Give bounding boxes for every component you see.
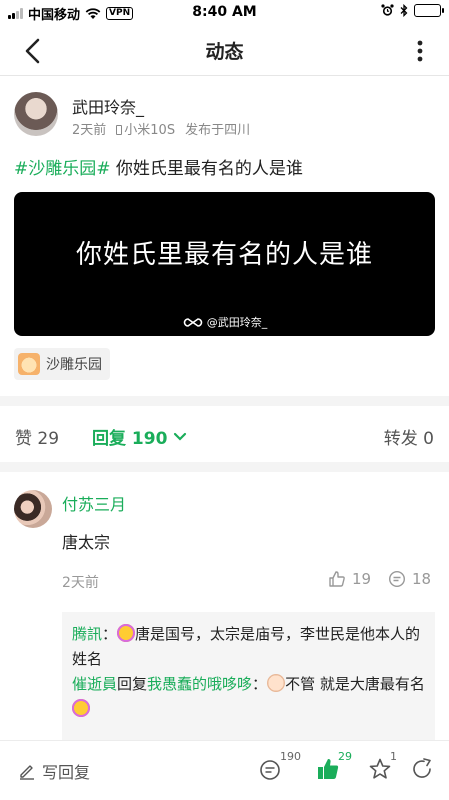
sub-reply: 腾訊： 唐是国号，太宗是庙号，李世民是他本人的姓名 — [72, 622, 425, 672]
bottom-comment-count: 190 — [280, 750, 301, 763]
section-divider — [0, 396, 449, 406]
sub-reply-author[interactable]: 催逝員 — [72, 675, 117, 693]
write-reply-label: 写回复 — [42, 763, 91, 782]
star-eyes-emoji-icon — [72, 699, 90, 717]
section-divider — [0, 462, 449, 472]
star-icon — [369, 758, 391, 779]
bottom-bar: 写回复 190 29 1 — [0, 740, 449, 800]
post-text: #沙雕乐园# 你姓氏里最有名的人是谁 — [14, 154, 303, 179]
bottom-favorite-count: 1 — [390, 750, 397, 763]
thumbs-up-icon — [318, 759, 339, 779]
topic-chip-label: 沙雕乐园 — [46, 357, 102, 373]
sub-reply-target[interactable]: 我愚蠢的哦哆哆 — [147, 675, 252, 693]
post-time: 2天前 — [72, 123, 107, 138]
battery-icon — [414, 4, 444, 17]
replies-tab-label: 回复 190 — [92, 429, 168, 449]
comment-item: 付苏三月 唐太宗 2天前 19 18 腾訊： 唐是国号，太宗是庙号，李世民是他本人… — [0, 474, 449, 740]
chevron-down-icon — [174, 432, 187, 441]
status-bar: 中国移动 VPN 8:40 AM — [0, 0, 449, 24]
comment-text: 唐太宗 — [62, 533, 111, 552]
likes-tab[interactable]: 赞 29 — [15, 424, 59, 449]
comment-bubble-icon — [388, 570, 406, 588]
device-info: 小米10S — [116, 119, 175, 138]
comment-like-button[interactable]: 19 — [328, 570, 371, 588]
comment-reply-button[interactable]: 18 — [388, 570, 431, 588]
post-meta: 2天前 小米10S 发布于四川 — [72, 119, 250, 138]
sub-reply: 催逝員回复我愚蠢的哦哆哆： 不管 就是大唐最有名 — [72, 672, 425, 722]
comment-time: 2天前 — [62, 575, 99, 591]
post-location: 发布于四川 — [185, 123, 251, 138]
share-icon — [413, 758, 431, 778]
bottom-like-button[interactable]: 29 — [316, 750, 352, 785]
baby-face-emoji-icon — [267, 674, 286, 692]
bluetooth-icon — [400, 4, 408, 17]
sub-reply-reply-word: 回复 — [117, 675, 148, 693]
thumbs-up-icon — [329, 571, 345, 587]
commenter-name[interactable]: 付苏三月 — [62, 491, 126, 515]
sub-reply-sep: ： — [102, 625, 118, 643]
alarm-icon — [381, 4, 394, 16]
sub-reply-author[interactable]: 腾訊 — [72, 625, 102, 643]
image-watermark: @武田玲奈_ — [14, 314, 435, 330]
device-label: 小米10S — [124, 123, 176, 138]
bottom-like-count: 29 — [338, 750, 352, 763]
comment-reply-count: 18 — [412, 570, 432, 588]
post-body: 你姓氏里最有名的人是谁 — [115, 159, 303, 179]
bottom-share-button[interactable] — [410, 757, 440, 785]
comment-like-count: 19 — [352, 570, 372, 588]
more-options-icon[interactable] — [405, 36, 435, 66]
bottom-favorite-button[interactable]: 1 — [368, 750, 398, 785]
page-title: 动态 — [205, 41, 244, 63]
phone-icon — [116, 125, 123, 135]
sub-reply-sep: ： — [252, 675, 268, 693]
topic-tag-link[interactable]: #沙雕乐园# — [14, 159, 111, 179]
author-name[interactable]: 武田玲奈_ — [72, 94, 144, 118]
bottom-comment-button[interactable]: 190 — [258, 750, 301, 785]
infinity-logo-icon — [183, 317, 203, 327]
topic-icon — [18, 353, 40, 375]
sub-reply-text: 不管 就是大唐最有名 — [285, 675, 425, 693]
post-image[interactable]: 你姓氏里最有名的人是谁 @武田玲奈_ — [14, 192, 435, 336]
shares-tab[interactable]: 转发 0 — [384, 424, 434, 449]
sub-replies[interactable]: 腾訊： 唐是国号，太宗是庙号，李世民是他本人的姓名 催逝員回复我愚蠢的哦哆哆： 不管… — [62, 612, 435, 740]
comment-bubble-icon — [260, 760, 280, 780]
author-avatar[interactable] — [14, 92, 58, 136]
commenter-avatar[interactable] — [14, 490, 52, 528]
topic-chip[interactable]: 沙雕乐园 — [14, 348, 110, 380]
status-right — [381, 4, 444, 17]
image-caption: 你姓氏里最有名的人是谁 — [75, 240, 373, 270]
write-reply-button[interactable]: 写回复 — [18, 759, 90, 783]
watermark-text: @武田玲奈_ — [206, 316, 268, 329]
nav-bar: 动态 — [0, 24, 449, 76]
pencil-icon — [20, 765, 34, 780]
replies-tab[interactable]: 回复 190 — [92, 424, 187, 449]
star-eyes-emoji-icon — [117, 624, 136, 642]
post-action-row: 赞 29 回复 190 转发 0 — [0, 406, 449, 462]
